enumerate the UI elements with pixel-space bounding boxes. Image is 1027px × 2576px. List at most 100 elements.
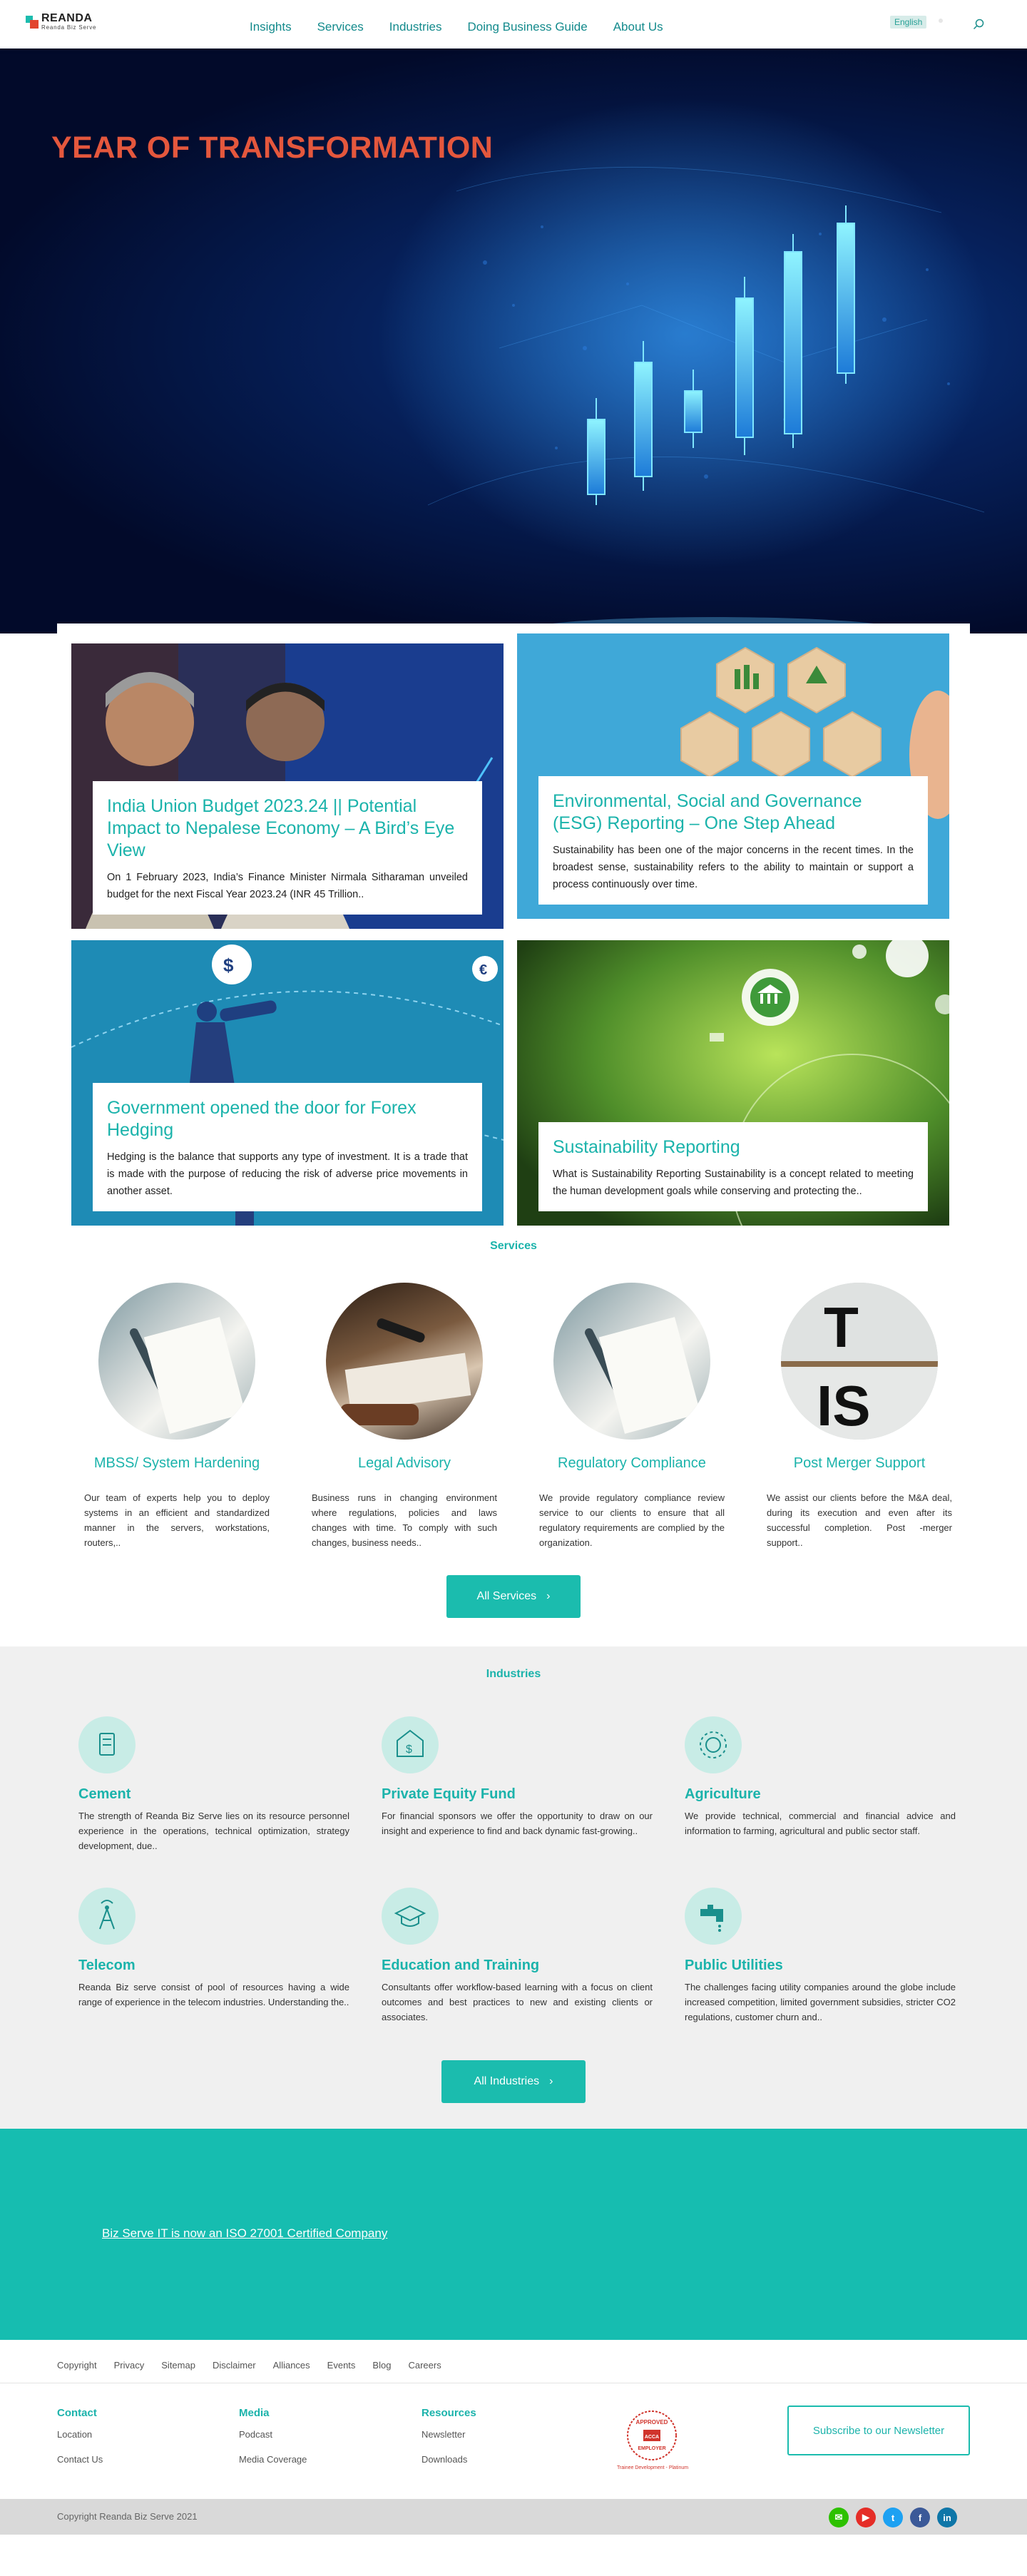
main-nav: Insights Services Industries Doing Busin… — [250, 20, 663, 34]
industry-description: Consultants offer workflow-based learnin… — [382, 1982, 653, 2022]
logo[interactable]: REANDA Reanda Biz Serve — [26, 13, 96, 31]
fund-icon: $ — [382, 1716, 439, 1773]
footer-column-title: Media — [239, 2407, 270, 2419]
footer-link-blog[interactable]: Blog — [372, 2360, 391, 2371]
nav-services[interactable]: Services — [317, 20, 364, 34]
badge-caption: Trainee Development - Platinum — [616, 2465, 689, 2470]
article-title[interactable]: Sustainability Reporting — [553, 1136, 914, 1159]
footer-links: Copyright Privacy Sitemap Disclaimer All… — [57, 2360, 441, 2371]
footer-link-events[interactable]: Events — [327, 2360, 356, 2371]
article-title[interactable]: Government opened the door for Forex Hed… — [107, 1097, 468, 1141]
footer-link-downloads[interactable]: Downloads — [421, 2454, 476, 2465]
service-card-regulatory-compliance[interactable]: Regulatory Compliance We provide regulat… — [532, 1283, 732, 1550]
agriculture-icon — [685, 1716, 742, 1773]
industry-card-education[interactable]: Education and Training Consultants offer… — [382, 1888, 653, 2025]
logo-subtitle: Reanda Biz Serve — [41, 24, 97, 31]
footer-column-title: Contact — [57, 2407, 97, 2419]
nav-about-us[interactable]: About Us — [613, 20, 663, 34]
language-selector[interactable]: English — [890, 16, 927, 29]
service-description: Our team of experts help you to deploy s… — [84, 1492, 270, 1548]
service-card-mbss[interactable]: MBSS/ System Hardening Our team of exper… — [77, 1283, 277, 1550]
wechat-icon[interactable]: ✉ — [829, 2508, 849, 2527]
site-header: REANDA Reanda Biz Serve Insights Service… — [0, 0, 1027, 49]
industry-description: We provide technical, commercial and fin… — [685, 1811, 956, 1836]
service-title[interactable]: Post Merger Support — [760, 1455, 959, 1472]
newsletter-subscribe-button[interactable]: Subscribe to our Newsletter — [787, 2406, 970, 2455]
footer-link-contact-us[interactable]: Contact Us — [57, 2454, 103, 2465]
hero-title: YEAR OF TRANSFORMATION — [51, 131, 494, 165]
service-title[interactable]: MBSS/ System Hardening — [77, 1455, 277, 1472]
footer-link-podcast[interactable]: Podcast — [239, 2429, 307, 2440]
footer-link-alliances[interactable]: Alliances — [273, 2360, 310, 2371]
logo-name: REANDA — [41, 12, 93, 24]
svg-text:€: € — [479, 962, 487, 978]
industry-card-telecom[interactable]: Telecom Reanda Biz serve consist of pool… — [78, 1888, 349, 2010]
footer-link-privacy[interactable]: Privacy — [114, 2360, 145, 2371]
iso-certification-link[interactable]: Biz Serve IT is now an ISO 27001 Certifi… — [102, 2226, 387, 2241]
article-excerpt: What is Sustainability Reporting Sustain… — [553, 1169, 914, 1197]
footer-link-newsletter[interactable]: Newsletter — [421, 2429, 476, 2440]
all-industries-button[interactable]: All Industries › — [441, 2060, 586, 2103]
svg-text:$: $ — [406, 1743, 412, 1756]
article-excerpt: On 1 February 2023, India’s Finance Mini… — [107, 872, 468, 900]
article-card-forex[interactable]: $ € Government opened the door for Forex… — [71, 940, 504, 1226]
services-section: Services MBSS/ System Hardening Our team… — [0, 1233, 1027, 1646]
service-image-legal-advisory — [326, 1283, 483, 1440]
industry-card-private-equity[interactable]: $ Private Equity Fund For financial spon… — [382, 1716, 653, 1838]
industry-title[interactable]: Telecom — [78, 1958, 349, 1974]
industry-description: For financial sponsors we offer the oppo… — [382, 1811, 653, 1836]
tile-letters-top: T — [824, 1295, 859, 1359]
footer-column-contact: Contact Location Contact Us — [57, 2407, 103, 2479]
service-description: We assist our clients before the M&A dea… — [767, 1492, 952, 1548]
all-services-button[interactable]: All Services › — [446, 1575, 581, 1618]
service-title[interactable]: Regulatory Compliance — [532, 1455, 732, 1472]
nav-industries[interactable]: Industries — [389, 20, 442, 34]
industry-title[interactable]: Private Equity Fund — [382, 1786, 653, 1803]
tower-icon — [78, 1888, 136, 1945]
service-card-post-merger[interactable]: T IS Post Merger Support We assist our c… — [760, 1283, 959, 1550]
all-industries-label: All Industries — [474, 2075, 540, 2087]
industry-card-cement[interactable]: Cement The strength of Reanda Biz Serve … — [78, 1716, 349, 1853]
footer-link-sitemap[interactable]: Sitemap — [161, 2360, 195, 2371]
footer-link-careers[interactable]: Careers — [408, 2360, 441, 2371]
nav-insights[interactable]: Insights — [250, 20, 292, 34]
industries-heading: Industries — [486, 1668, 541, 1680]
chevron-right-icon: › — [549, 2075, 553, 2087]
industry-card-public-utilities[interactable]: Public Utilities The challenges facing u… — [685, 1888, 956, 2025]
search-icon[interactable] — [973, 19, 984, 30]
footer-column-title: Resources — [421, 2407, 476, 2419]
footer-link-location[interactable]: Location — [57, 2429, 103, 2440]
article-card-budget[interactable]: India Union Budget 2023.24 || Potential … — [71, 643, 504, 929]
industry-title[interactable]: Cement — [78, 1786, 349, 1803]
article-excerpt: Sustainability has been one of the major… — [553, 845, 914, 890]
service-description: Business runs in changing environment wh… — [312, 1492, 497, 1548]
industries-section: Industries Cement The strength of Reanda… — [0, 1646, 1027, 2129]
footer-link-copyright[interactable]: Copyright — [57, 2360, 97, 2371]
article-title[interactable]: India Union Budget 2023.24 || Potential … — [107, 795, 468, 862]
article-card-sustainability[interactable]: Sustainability Reporting What is Sustain… — [517, 940, 949, 1226]
youtube-icon[interactable]: ▶ — [856, 2508, 876, 2527]
hero-banner: YEAR OF TRANSFORMATION — [0, 49, 1027, 633]
faucet-icon — [685, 1888, 742, 1945]
linkedin-icon[interactable]: in — [937, 2508, 957, 2527]
acca-approved-employer-badge: APPROVED ACCA EMPLOYER — [627, 2410, 677, 2460]
article-card-esg[interactable]: Environmental, Social and Governance (ES… — [517, 633, 949, 919]
article-panel: Environmental, Social and Governance (ES… — [538, 776, 928, 905]
article-title[interactable]: Environmental, Social and Governance (ES… — [553, 790, 914, 835]
industry-card-agriculture[interactable]: Agriculture We provide technical, commer… — [685, 1716, 956, 1838]
nav-doing-business-guide[interactable]: Doing Business Guide — [467, 20, 587, 34]
industry-description: Reanda Biz serve consist of pool of reso… — [78, 1982, 349, 2007]
svg-text:$: $ — [223, 954, 234, 976]
footer-link-media-coverage[interactable]: Media Coverage — [239, 2454, 307, 2465]
service-card-legal-advisory[interactable]: Legal Advisory Business runs in changing… — [305, 1283, 504, 1550]
service-title[interactable]: Legal Advisory — [305, 1455, 504, 1472]
industry-description: The challenges facing utility companies … — [685, 1982, 956, 2022]
industry-title[interactable]: Education and Training — [382, 1958, 653, 1974]
twitter-icon[interactable]: t — [883, 2508, 903, 2527]
footer-link-disclaimer[interactable]: Disclaimer — [213, 2360, 256, 2371]
industry-title[interactable]: Agriculture — [685, 1786, 956, 1803]
language-dropdown-icon[interactable] — [939, 19, 943, 23]
iso-announcement: Biz Serve IT is now an ISO 27001 Certifi… — [0, 2129, 1027, 2340]
industry-title[interactable]: Public Utilities — [685, 1958, 956, 1974]
facebook-icon[interactable]: f — [910, 2508, 930, 2527]
